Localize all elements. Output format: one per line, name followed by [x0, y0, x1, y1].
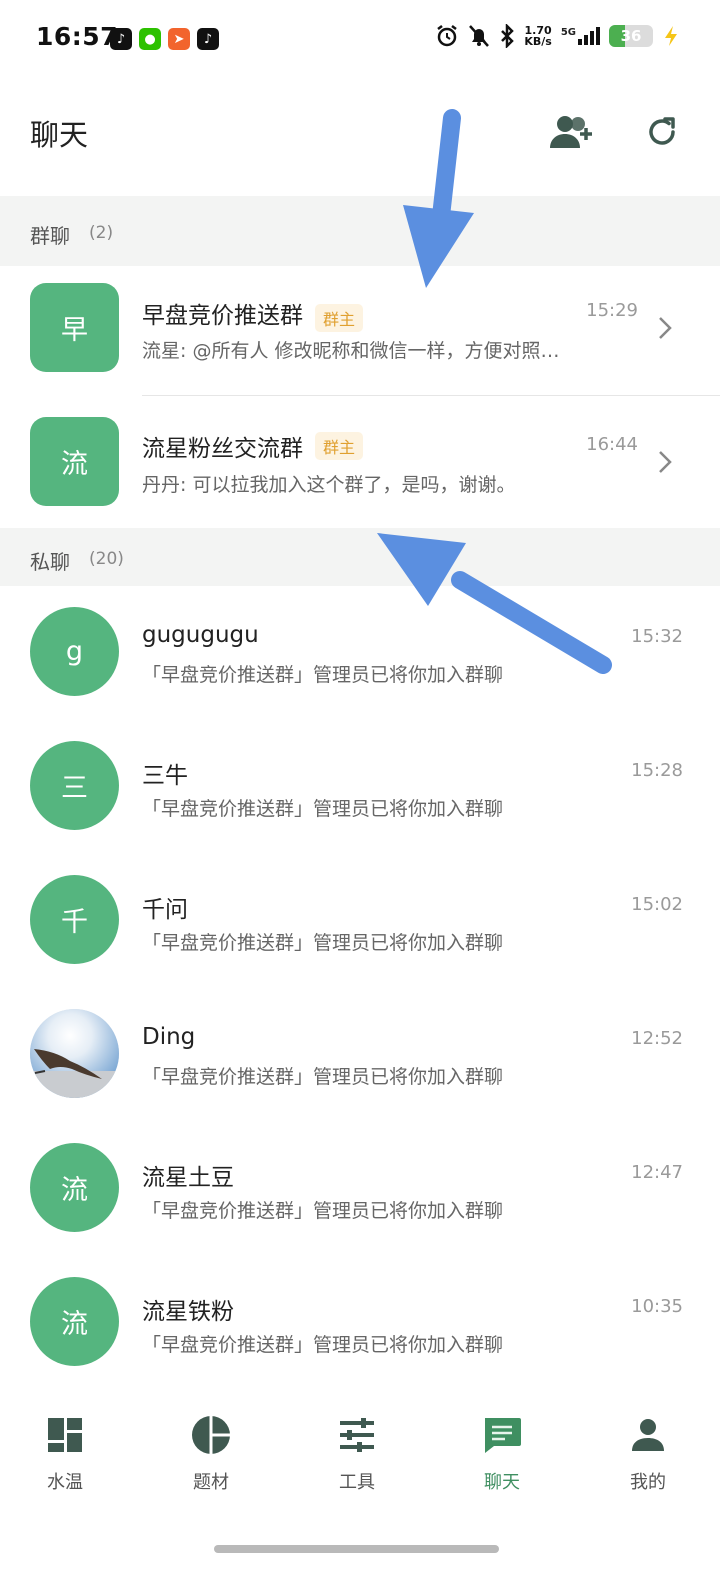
- chat-name: 流星粉丝交流群: [142, 436, 303, 462]
- status-bar: 16:57 ♪ ● ➤ ♪ 1.70 KB/s 5G 36: [0, 0, 720, 80]
- nav-label: 聊天: [484, 1472, 520, 1493]
- app-header: 聊天: [0, 80, 720, 190]
- group-section-count: (2): [89, 223, 114, 243]
- nav-item-tools[interactable]: 工具: [297, 1410, 417, 1500]
- private-chat-row[interactable]: 三 三牛 15:28 「早盘竞价推送群」管理员已将你加入群聊: [0, 724, 720, 858]
- group-section-header: 群聊 (2): [0, 196, 720, 266]
- chat-time: 10:35: [631, 1296, 683, 1317]
- chat-last-message: 「早盘竞价推送群」管理员已将你加入群聊: [142, 1200, 504, 1222]
- wechat-icon: ●: [139, 28, 161, 50]
- chat-last-message: 「早盘竞价推送群」管理员已将你加入群聊: [142, 1066, 504, 1088]
- chat-last-message: 「早盘竞价推送群」管理员已将你加入群聊: [142, 664, 504, 686]
- owner-badge: 群主: [315, 304, 364, 332]
- private-section-header: 私聊 (20): [0, 528, 720, 586]
- signal-icon: 5G: [561, 27, 600, 45]
- avatar: 三: [30, 741, 119, 830]
- chat-time: 15:02: [631, 894, 683, 915]
- dashboard-icon: [48, 1418, 82, 1452]
- chat-time: 15:32: [631, 626, 683, 647]
- refresh-icon: [649, 117, 675, 145]
- chat-name: 早盘竞价推送群: [142, 303, 303, 329]
- private-section-count: (20): [89, 549, 124, 569]
- system-icons: 1.70 KB/s 5G 36: [435, 24, 680, 48]
- charging-icon: [665, 26, 677, 46]
- person-icon: [632, 1419, 664, 1451]
- avatar: 流: [30, 1277, 119, 1366]
- private-chat-row[interactable]: g gugugugu 15:32 「早盘竞价推送群」管理员已将你加入群聊: [0, 590, 720, 724]
- avatar: g: [30, 607, 119, 696]
- chevron-right-icon: [659, 317, 672, 339]
- nav-label: 水温: [47, 1472, 83, 1493]
- nav-item-water-temp[interactable]: 水温: [5, 1410, 125, 1500]
- bluetooth-icon: [501, 24, 515, 48]
- refresh-button[interactable]: [636, 110, 688, 154]
- tiktok-icon: ♪: [197, 28, 219, 50]
- chat-last-message: 丹丹: 可以拉我加入这个群了，是吗，谢谢。: [142, 474, 516, 496]
- chat-name: 千问: [142, 897, 188, 923]
- chevron-right-icon: [659, 451, 672, 473]
- chat-last-message: 流星: @所有人 修改昵称和微信一样，方便对照…: [142, 340, 560, 362]
- chat-last-message: 「早盘竞价推送群」管理员已将你加入群聊: [142, 1334, 504, 1356]
- bird-photo-avatar: [30, 1009, 119, 1098]
- chat-name: 流星土豆: [142, 1165, 234, 1191]
- chat-name: gugugugu: [142, 622, 259, 648]
- sliders-icon: [340, 1418, 374, 1452]
- nav-label: 工具: [339, 1472, 375, 1493]
- paper-plane-app-icon: ➤: [168, 28, 190, 50]
- chat-time: 16:44: [586, 434, 638, 455]
- page-title: 聊天: [30, 118, 89, 152]
- bottom-nav: 水温 题材 工具 聊天 我的: [0, 1395, 720, 1515]
- avatar: 千: [30, 875, 119, 964]
- chat-time: 12:47: [631, 1162, 683, 1183]
- chat-time: 15:28: [631, 760, 683, 781]
- avatar: 流: [30, 1143, 119, 1232]
- avatar: [30, 1009, 119, 1098]
- group-chat-row[interactable]: 流 流星粉丝交流群 群主 16:44 丹丹: 可以拉我加入这个群了，是吗，谢谢。: [0, 396, 720, 528]
- private-chat-row[interactable]: 流 流星土豆 12:47 「早盘竞价推送群」管理员已将你加入群聊: [0, 1126, 720, 1260]
- tiktok-icon: ♪: [110, 28, 132, 50]
- battery-icon: 36: [609, 25, 653, 47]
- owner-badge: 群主: [315, 432, 364, 460]
- net-speed: 1.70 KB/s: [524, 24, 552, 48]
- add-friend-button[interactable]: [546, 110, 598, 154]
- mute-bell-icon: [469, 25, 490, 47]
- chat-time: 15:29: [586, 300, 638, 321]
- chat-name: Ding: [142, 1024, 196, 1050]
- notification-icons: ♪ ● ➤ ♪: [110, 28, 219, 50]
- private-chat-row[interactable]: Ding 12:52 「早盘竞价推送群」管理员已将你加入群聊: [0, 992, 720, 1126]
- chat-icon: [485, 1418, 521, 1453]
- private-section-title: 私聊: [30, 550, 70, 574]
- pie-chart-icon: [192, 1416, 230, 1454]
- chat-name: 流星铁粉: [142, 1299, 234, 1325]
- chat-last-message: 「早盘竞价推送群」管理员已将你加入群聊: [142, 932, 504, 954]
- nav-item-chat[interactable]: 聊天: [442, 1410, 562, 1500]
- chat-last-message: 「早盘竞价推送群」管理员已将你加入群聊: [142, 798, 504, 820]
- chat-time: 12:52: [631, 1028, 683, 1049]
- avatar: 流: [30, 417, 119, 506]
- private-chat-row[interactable]: 流 流星铁粉 10:35 「早盘竞价推送群」管理员已将你加入群聊: [0, 1260, 720, 1394]
- group-section-title: 群聊: [30, 224, 70, 248]
- person-add-icon: [550, 116, 592, 148]
- status-time: 16:57: [36, 22, 119, 51]
- home-indicator[interactable]: [214, 1545, 499, 1553]
- nav-label: 题材: [193, 1472, 229, 1493]
- private-chat-row[interactable]: 千 千问 15:02 「早盘竞价推送群」管理员已将你加入群聊: [0, 858, 720, 992]
- nav-item-me[interactable]: 我的: [588, 1410, 708, 1500]
- group-chat-row[interactable]: 早 早盘竞价推送群 群主 15:29 流星: @所有人 修改昵称和微信一样，方便…: [0, 266, 720, 396]
- nav-label: 我的: [630, 1472, 666, 1493]
- chat-name: 三牛: [142, 763, 188, 789]
- avatar: 早: [30, 283, 119, 372]
- alarm-icon: [437, 25, 458, 47]
- nav-item-topics[interactable]: 题材: [151, 1410, 271, 1500]
